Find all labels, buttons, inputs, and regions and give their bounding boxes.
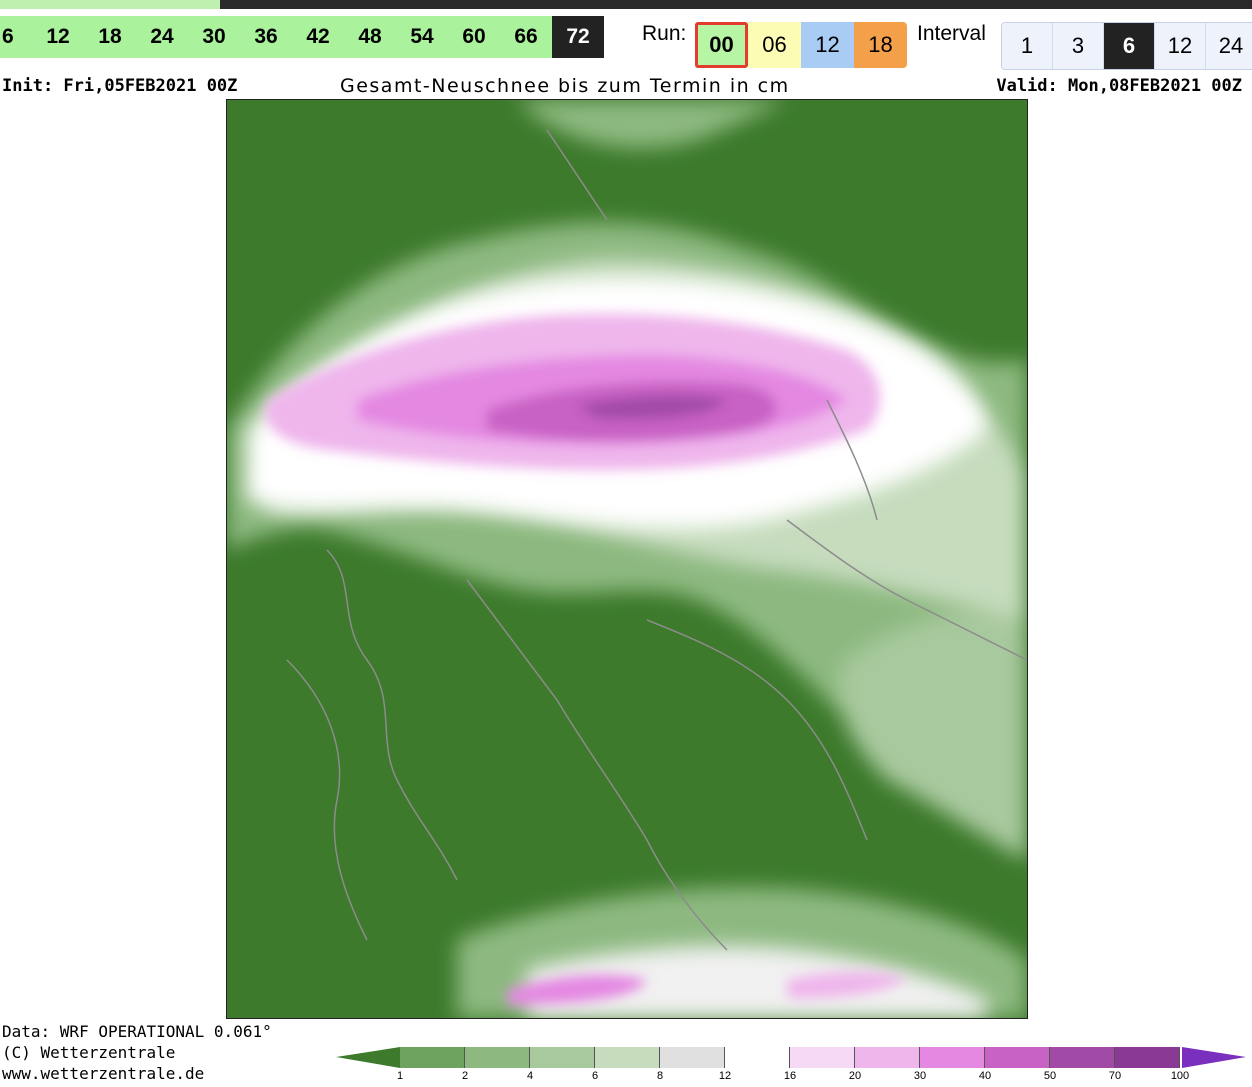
color-legend: 1 2 4 6 8 12 16 20 30 40 50 70 100 (336, 1044, 1252, 1087)
legend-cell (465, 1047, 530, 1068)
legend-tick-label: 30 (913, 1070, 927, 1082)
snowfall-map (226, 99, 1028, 1019)
hour-button-12[interactable]: 12 (32, 16, 84, 58)
hour-button-66[interactable]: 66 (500, 16, 552, 58)
legend-cell (1050, 1047, 1115, 1068)
hour-button-24[interactable]: 24 (136, 16, 188, 58)
hour-button-18[interactable]: 18 (84, 16, 136, 58)
init-time: Init: Fri,05FEB2021 00Z (2, 76, 238, 96)
legend-tick-label: 20 (848, 1070, 862, 1082)
forecast-hour-selector: 6 12 18 24 30 36 42 48 54 60 66 72 (0, 16, 604, 58)
website-link[interactable]: www.wetterzentrale.de (2, 1063, 204, 1084)
legend-cell (595, 1047, 660, 1068)
legend-tick-label: 4 (526, 1070, 534, 1082)
legend-tick-label: 70 (1108, 1070, 1122, 1082)
legend-arrow-right (1182, 1047, 1246, 1068)
hour-button-54[interactable]: 54 (396, 16, 448, 58)
run-button-12[interactable]: 12 (801, 22, 854, 68)
run-button-00[interactable]: 00 (695, 22, 748, 68)
run-selector: 00 06 12 18 (695, 22, 907, 68)
interval-label: Interval (917, 22, 986, 45)
legend-cell (400, 1047, 465, 1068)
map-title: Gesamt-Neuschnee bis zum Termin in cm (340, 75, 790, 97)
hour-button-42[interactable]: 42 (292, 16, 344, 58)
interval-button-12[interactable]: 12 (1155, 23, 1206, 69)
hour-button-30[interactable]: 30 (188, 16, 240, 58)
legend-tick-label: 16 (783, 1070, 797, 1082)
legend-cell (920, 1047, 985, 1068)
hour-button-60[interactable]: 60 (448, 16, 500, 58)
interval-selector: 1 3 6 12 24 (1001, 22, 1252, 70)
hour-button-72[interactable]: 72 (552, 16, 604, 58)
interval-button-24[interactable]: 24 (1206, 23, 1252, 69)
legend-tick-label: 12 (718, 1070, 732, 1082)
legend-tick-label: 6 (591, 1070, 599, 1082)
hour-button-36[interactable]: 36 (240, 16, 292, 58)
run-button-06[interactable]: 06 (748, 22, 801, 68)
legend-cell (985, 1047, 1050, 1068)
valid-time: Valid: Mon,08FEB2021 00Z (996, 76, 1242, 96)
legend-arrow-left (336, 1047, 400, 1068)
legend-cell (1115, 1047, 1180, 1068)
legend-tick-label: 2 (461, 1070, 469, 1082)
legend-tick-label: 1 (396, 1070, 404, 1082)
legend-cell (660, 1047, 725, 1068)
interval-button-1[interactable]: 1 (1002, 23, 1053, 69)
legend-cell (790, 1047, 855, 1068)
snowfall-map-graphic (227, 100, 1027, 1018)
legend-cell (855, 1047, 920, 1068)
interval-button-3[interactable]: 3 (1053, 23, 1104, 69)
copyright: (C) Wetterzentrale (2, 1043, 176, 1062)
legend-tick-label: 40 (978, 1070, 992, 1082)
legend-cell (530, 1047, 595, 1068)
run-button-18[interactable]: 18 (854, 22, 907, 68)
top-strip (0, 0, 1252, 9)
interval-button-6[interactable]: 6 (1104, 23, 1155, 69)
legend-tick-label: 50 (1043, 1070, 1057, 1082)
run-label: Run: (642, 22, 687, 45)
hour-button-6[interactable]: 6 (0, 16, 32, 58)
legend-bar (400, 1047, 1180, 1068)
hour-button-48[interactable]: 48 (344, 16, 396, 58)
legend-tick-label: 100 (1170, 1070, 1190, 1082)
legend-cell (725, 1047, 790, 1068)
data-credit: Data: WRF OPERATIONAL 0.061° (2, 1022, 272, 1041)
legend-tick-label: 8 (656, 1070, 664, 1082)
top-strip-accent (0, 0, 220, 9)
